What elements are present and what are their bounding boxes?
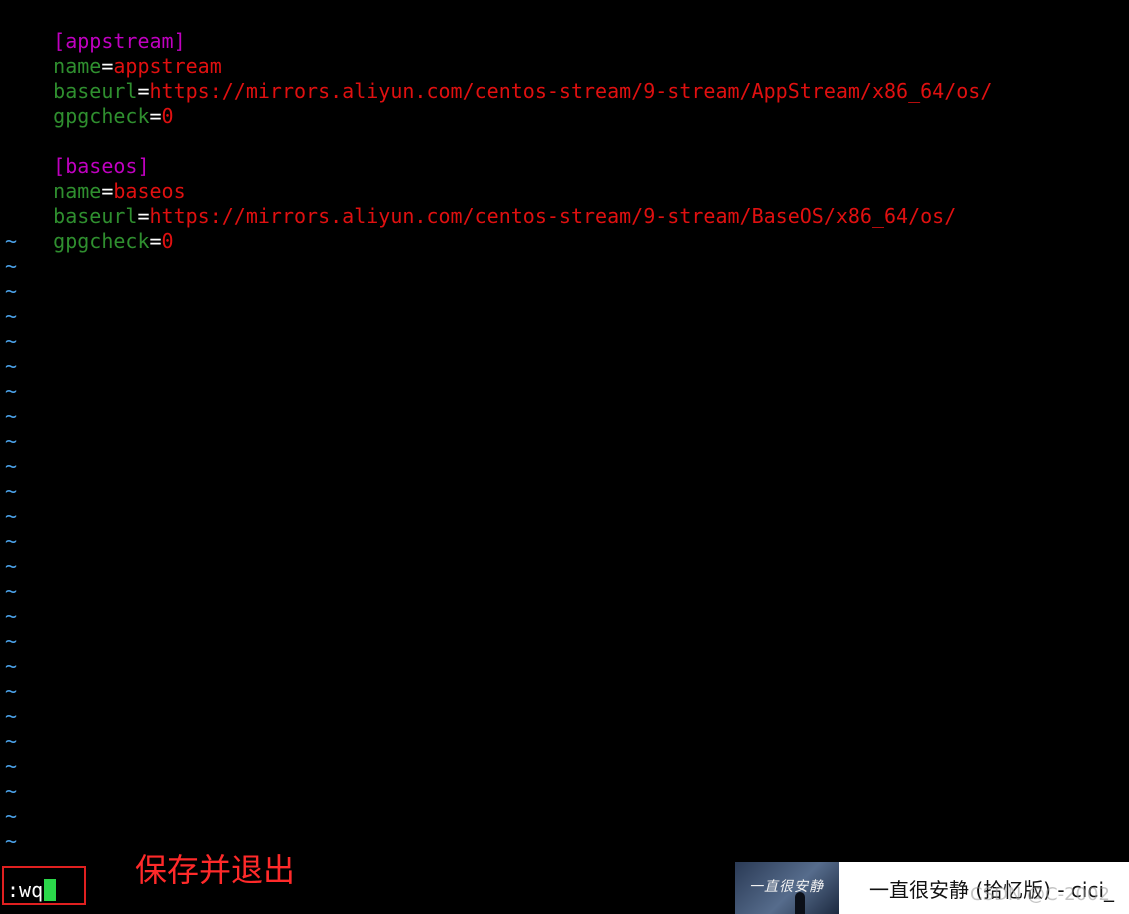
tilde-marker: ~ [5,279,18,303]
album-art-text: 一直很安静 [749,879,824,895]
tilde-marker: ~ [5,754,18,778]
config-key: gpgcheck [53,229,150,253]
command-highlight-box [2,866,86,905]
config-value: 0 [161,229,174,253]
equals-sign: = [101,54,114,78]
empty-line-markers: ~ ~ ~ ~ ~ ~ ~ ~ ~ ~ ~ ~ ~ ~ ~ ~ ~ ~ ~ ~ ~ ~ ~ ~ ~ [5,229,992,854]
config-value: 0 [161,104,174,128]
silhouette-figure [795,892,805,914]
tilde-marker: ~ [5,629,18,653]
config-key: baseurl [53,204,138,228]
config-line-name: name=baseos [5,154,992,203]
vim-editor-buffer[interactable]: [appstream] name=appstream baseurl=https… [5,4,992,854]
tilde-marker: ~ [5,804,18,828]
tilde-marker: ~ [5,404,18,428]
tilde-marker: ~ [5,554,18,578]
save-and-quit-annotation: 保存并退出 [135,851,296,889]
tilde-marker: ~ [5,429,18,453]
config-value: baseos [113,179,186,203]
tilde-marker: ~ [5,454,18,478]
config-key: baseurl [53,79,138,103]
tilde-marker: ~ [5,329,18,353]
tilde-marker: ~ [5,679,18,703]
equals-sign: = [101,179,114,203]
tilde-marker: ~ [5,354,18,378]
config-value: appstream [113,54,222,78]
tilde-marker: ~ [5,604,18,628]
config-value: https://mirrors.aliyun.com/centos-stream… [149,204,957,228]
equals-sign: = [149,229,162,253]
equals-sign: = [149,104,162,128]
section-label: [appstream] [53,29,186,53]
tilde-marker: ~ [5,504,18,528]
tilde-marker: ~ [5,379,18,403]
config-key: gpgcheck [53,104,150,128]
equals-sign: = [137,204,150,228]
album-art-image[interactable]: 一直很安静 [735,862,839,914]
tilde-marker: ~ [5,304,18,328]
equals-sign: = [137,79,150,103]
tilde-marker: ~ [5,654,18,678]
tilde-marker: ~ [5,579,18,603]
watermark: CSDN @C-2002 [970,884,1110,905]
tilde-marker: ~ [5,779,18,803]
section-header-baseos: [baseos] [5,129,992,178]
tilde-marker: ~ [5,529,18,553]
section-label: [baseos] [53,154,150,178]
config-key: name [53,179,102,203]
section-header-appstream: [appstream] [5,4,992,53]
config-value: https://mirrors.aliyun.com/centos-stream… [149,79,993,103]
tilde-marker: ~ [5,704,18,728]
tilde-marker: ~ [5,479,18,503]
tilde-marker: ~ [5,729,18,753]
tilde-marker: ~ [5,254,18,278]
config-key: name [53,54,102,78]
